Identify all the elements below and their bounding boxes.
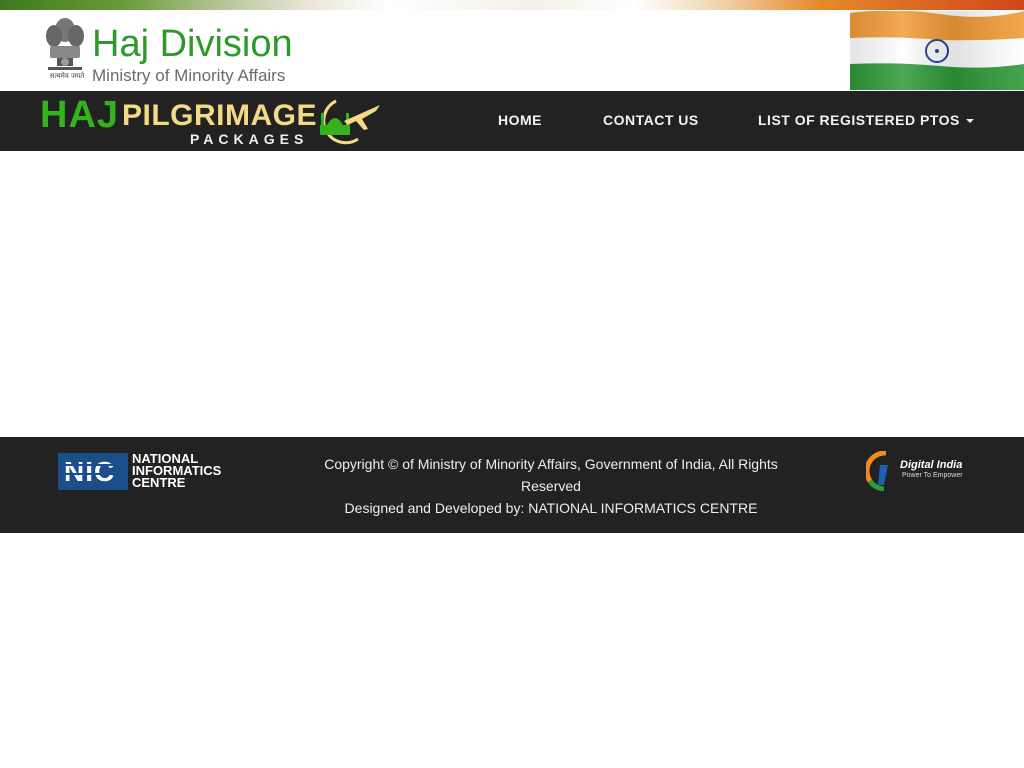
nic-logo-box: NIC xyxy=(58,453,128,490)
page-blank-area xyxy=(0,533,1024,768)
designed-by-text: Designed and Developed by: NATIONAL INFO… xyxy=(344,500,758,516)
mosque-airplane-icon xyxy=(320,99,380,145)
copyright-text: Copyright © of Ministry of Minority Affa… xyxy=(324,456,778,494)
caret-down-icon xyxy=(965,119,974,124)
main-content xyxy=(0,151,1024,437)
digital-india-tagline: Power To Empower xyxy=(902,472,963,479)
brand-logo[interactable]: HAJ PILGRIMAGE PACKAGES xyxy=(40,93,384,149)
ministry-subtitle: Ministry of Minority Affairs xyxy=(92,66,286,85)
digital-india-logo[interactable]: Digital India Power To Empower xyxy=(866,451,966,491)
nic-logo[interactable]: NIC NATIONAL INFORMATICS CENTRE xyxy=(58,452,240,491)
nav-contact-us[interactable]: CONTACT US xyxy=(603,111,699,129)
division-title: Haj Division xyxy=(92,23,293,65)
main-navbar: HAJ PILGRIMAGE PACKAGES HOME CONTACT US … xyxy=(0,91,1024,151)
brand-haj-text: HAJ xyxy=(40,94,120,136)
nic-stripes-icon xyxy=(58,464,128,484)
brand-packages-text: PACKAGES xyxy=(190,131,309,147)
nav-registered-ptos-label: LIST OF REGISTERED PTOS xyxy=(758,112,960,128)
site-footer: NIC NATIONAL INFORMATICS CENTRE Copyrigh… xyxy=(0,437,1024,533)
emblem-motto: सत्यमेव जयते xyxy=(49,72,85,80)
india-flag-icon xyxy=(850,11,1024,90)
nic-name-line3: CENTRE xyxy=(132,475,186,490)
nav-home[interactable]: HOME xyxy=(498,111,542,129)
footer-copyright: Copyright © of Ministry of Minority Affa… xyxy=(300,453,802,519)
nic-name: NATIONAL INFORMATICS CENTRE xyxy=(132,452,221,490)
digital-india-icon xyxy=(866,451,888,491)
digital-india-title: Digital India xyxy=(900,459,963,471)
nav-registered-ptos-dropdown[interactable]: LIST OF REGISTERED PTOS xyxy=(758,111,974,129)
tricolor-strip xyxy=(0,0,1024,10)
site-header: सत्यमेव जयते Haj Division Ministry of Mi… xyxy=(0,10,1024,91)
brand-pilgrimage-text: PILGRIMAGE xyxy=(122,99,318,132)
